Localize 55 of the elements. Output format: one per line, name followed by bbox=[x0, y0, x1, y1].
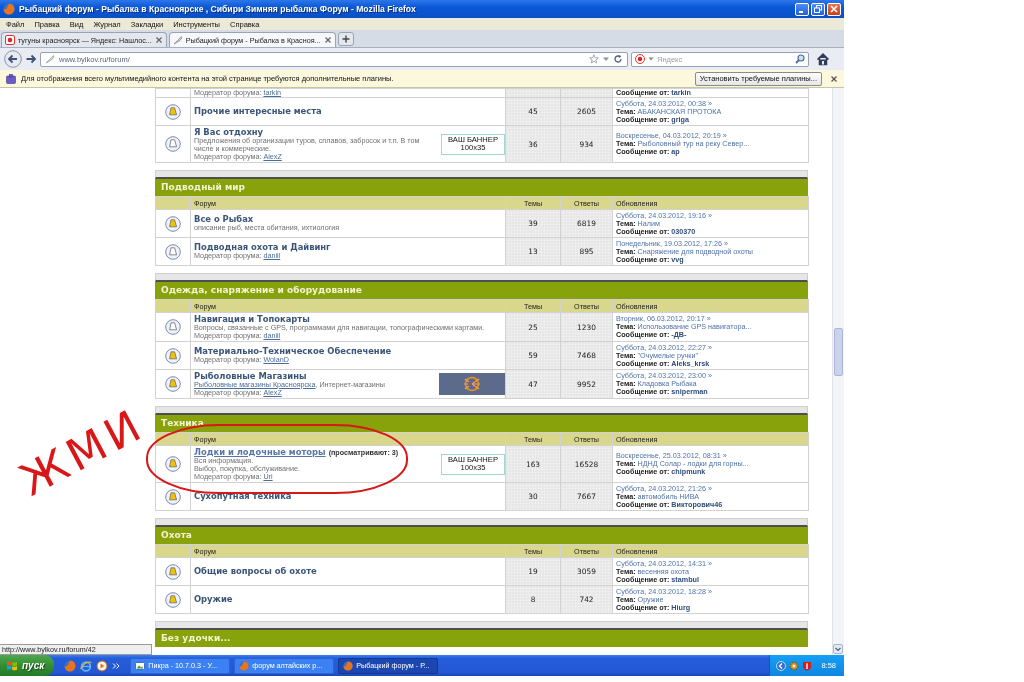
reload-icon[interactable] bbox=[613, 54, 623, 64]
chevron-icon[interactable] bbox=[112, 661, 121, 670]
app-logo-icon bbox=[343, 660, 354, 671]
forum-link[interactable]: Материально-Техническое Обеспечение bbox=[194, 347, 392, 356]
forum-link[interactable]: Рыболовные Магазины bbox=[194, 371, 307, 381]
forum-link[interactable]: Подводная охота и Дайвинг bbox=[194, 243, 331, 252]
media-icon[interactable] bbox=[96, 659, 109, 672]
dropdown-icon[interactable] bbox=[648, 56, 654, 62]
shield-icon[interactable] bbox=[802, 660, 813, 671]
plus-icon bbox=[341, 35, 350, 43]
favicon-icon bbox=[635, 54, 645, 64]
forum-link[interactable]: Сухопутная техника bbox=[194, 492, 292, 501]
picture-icon bbox=[135, 660, 146, 671]
forward-icon[interactable] bbox=[25, 53, 37, 65]
restore-icon bbox=[814, 5, 822, 13]
search-icon[interactable] bbox=[795, 54, 805, 64]
forum-link[interactable]: Я Вас отдохну bbox=[194, 127, 264, 137]
forum-link[interactable]: Лодки и лодочные моторы bbox=[194, 447, 326, 457]
close-icon[interactable] bbox=[830, 74, 838, 83]
back-icon[interactable] bbox=[4, 50, 22, 68]
scrollbar[interactable] bbox=[832, 88, 844, 655]
favicon-icon bbox=[5, 35, 15, 45]
scrollbar-thumb[interactable] bbox=[834, 328, 843, 376]
section-header: Охота bbox=[155, 527, 808, 544]
dropdown-icon[interactable] bbox=[602, 55, 610, 63]
minimize-button[interactable] bbox=[795, 2, 809, 16]
app-logo-icon bbox=[3, 3, 15, 15]
section-header: Без удочки... bbox=[155, 630, 808, 647]
star-icon[interactable] bbox=[589, 54, 599, 64]
flag-icon bbox=[6, 659, 18, 672]
section-header: Техника bbox=[155, 415, 808, 432]
forum-link[interactable]: Оружие bbox=[194, 595, 233, 604]
globe-icon[interactable] bbox=[80, 659, 93, 672]
app-logo-icon bbox=[239, 660, 250, 671]
circle-arrow-icon[interactable] bbox=[776, 660, 787, 671]
plugin-icon bbox=[6, 73, 16, 84]
forum-link[interactable]: Навигация и Топокарты bbox=[194, 314, 310, 324]
section-header: Подводный мир bbox=[155, 179, 808, 196]
home-icon[interactable] bbox=[816, 52, 830, 66]
window-title: Рыбацкий форум - Рыбалка в Красноярске , Сибири Зимняя рыбалка Форум - Mozilla Firefox bbox=[19, 4, 416, 14]
close-icon[interactable] bbox=[154, 36, 163, 44]
restore-button[interactable] bbox=[811, 2, 825, 16]
close-icon[interactable] bbox=[323, 36, 332, 44]
section-header: Одежда, снаряжение и оборудование bbox=[155, 282, 808, 299]
quill-icon bbox=[45, 54, 55, 64]
close-icon bbox=[830, 5, 838, 13]
scroll-down-icon[interactable] bbox=[833, 644, 843, 654]
gear-icon[interactable] bbox=[789, 660, 800, 671]
forum-link[interactable]: Все о Рыбах bbox=[194, 215, 254, 224]
new-tab-button[interactable] bbox=[337, 32, 354, 46]
start-button[interactable]: пуск bbox=[0, 655, 55, 676]
forum-link[interactable]: Прочие интересные места bbox=[194, 107, 322, 116]
close-button[interactable] bbox=[827, 2, 841, 16]
forum-link[interactable]: Общие вопросы об охоте bbox=[194, 567, 317, 576]
quill-icon bbox=[172, 35, 183, 45]
